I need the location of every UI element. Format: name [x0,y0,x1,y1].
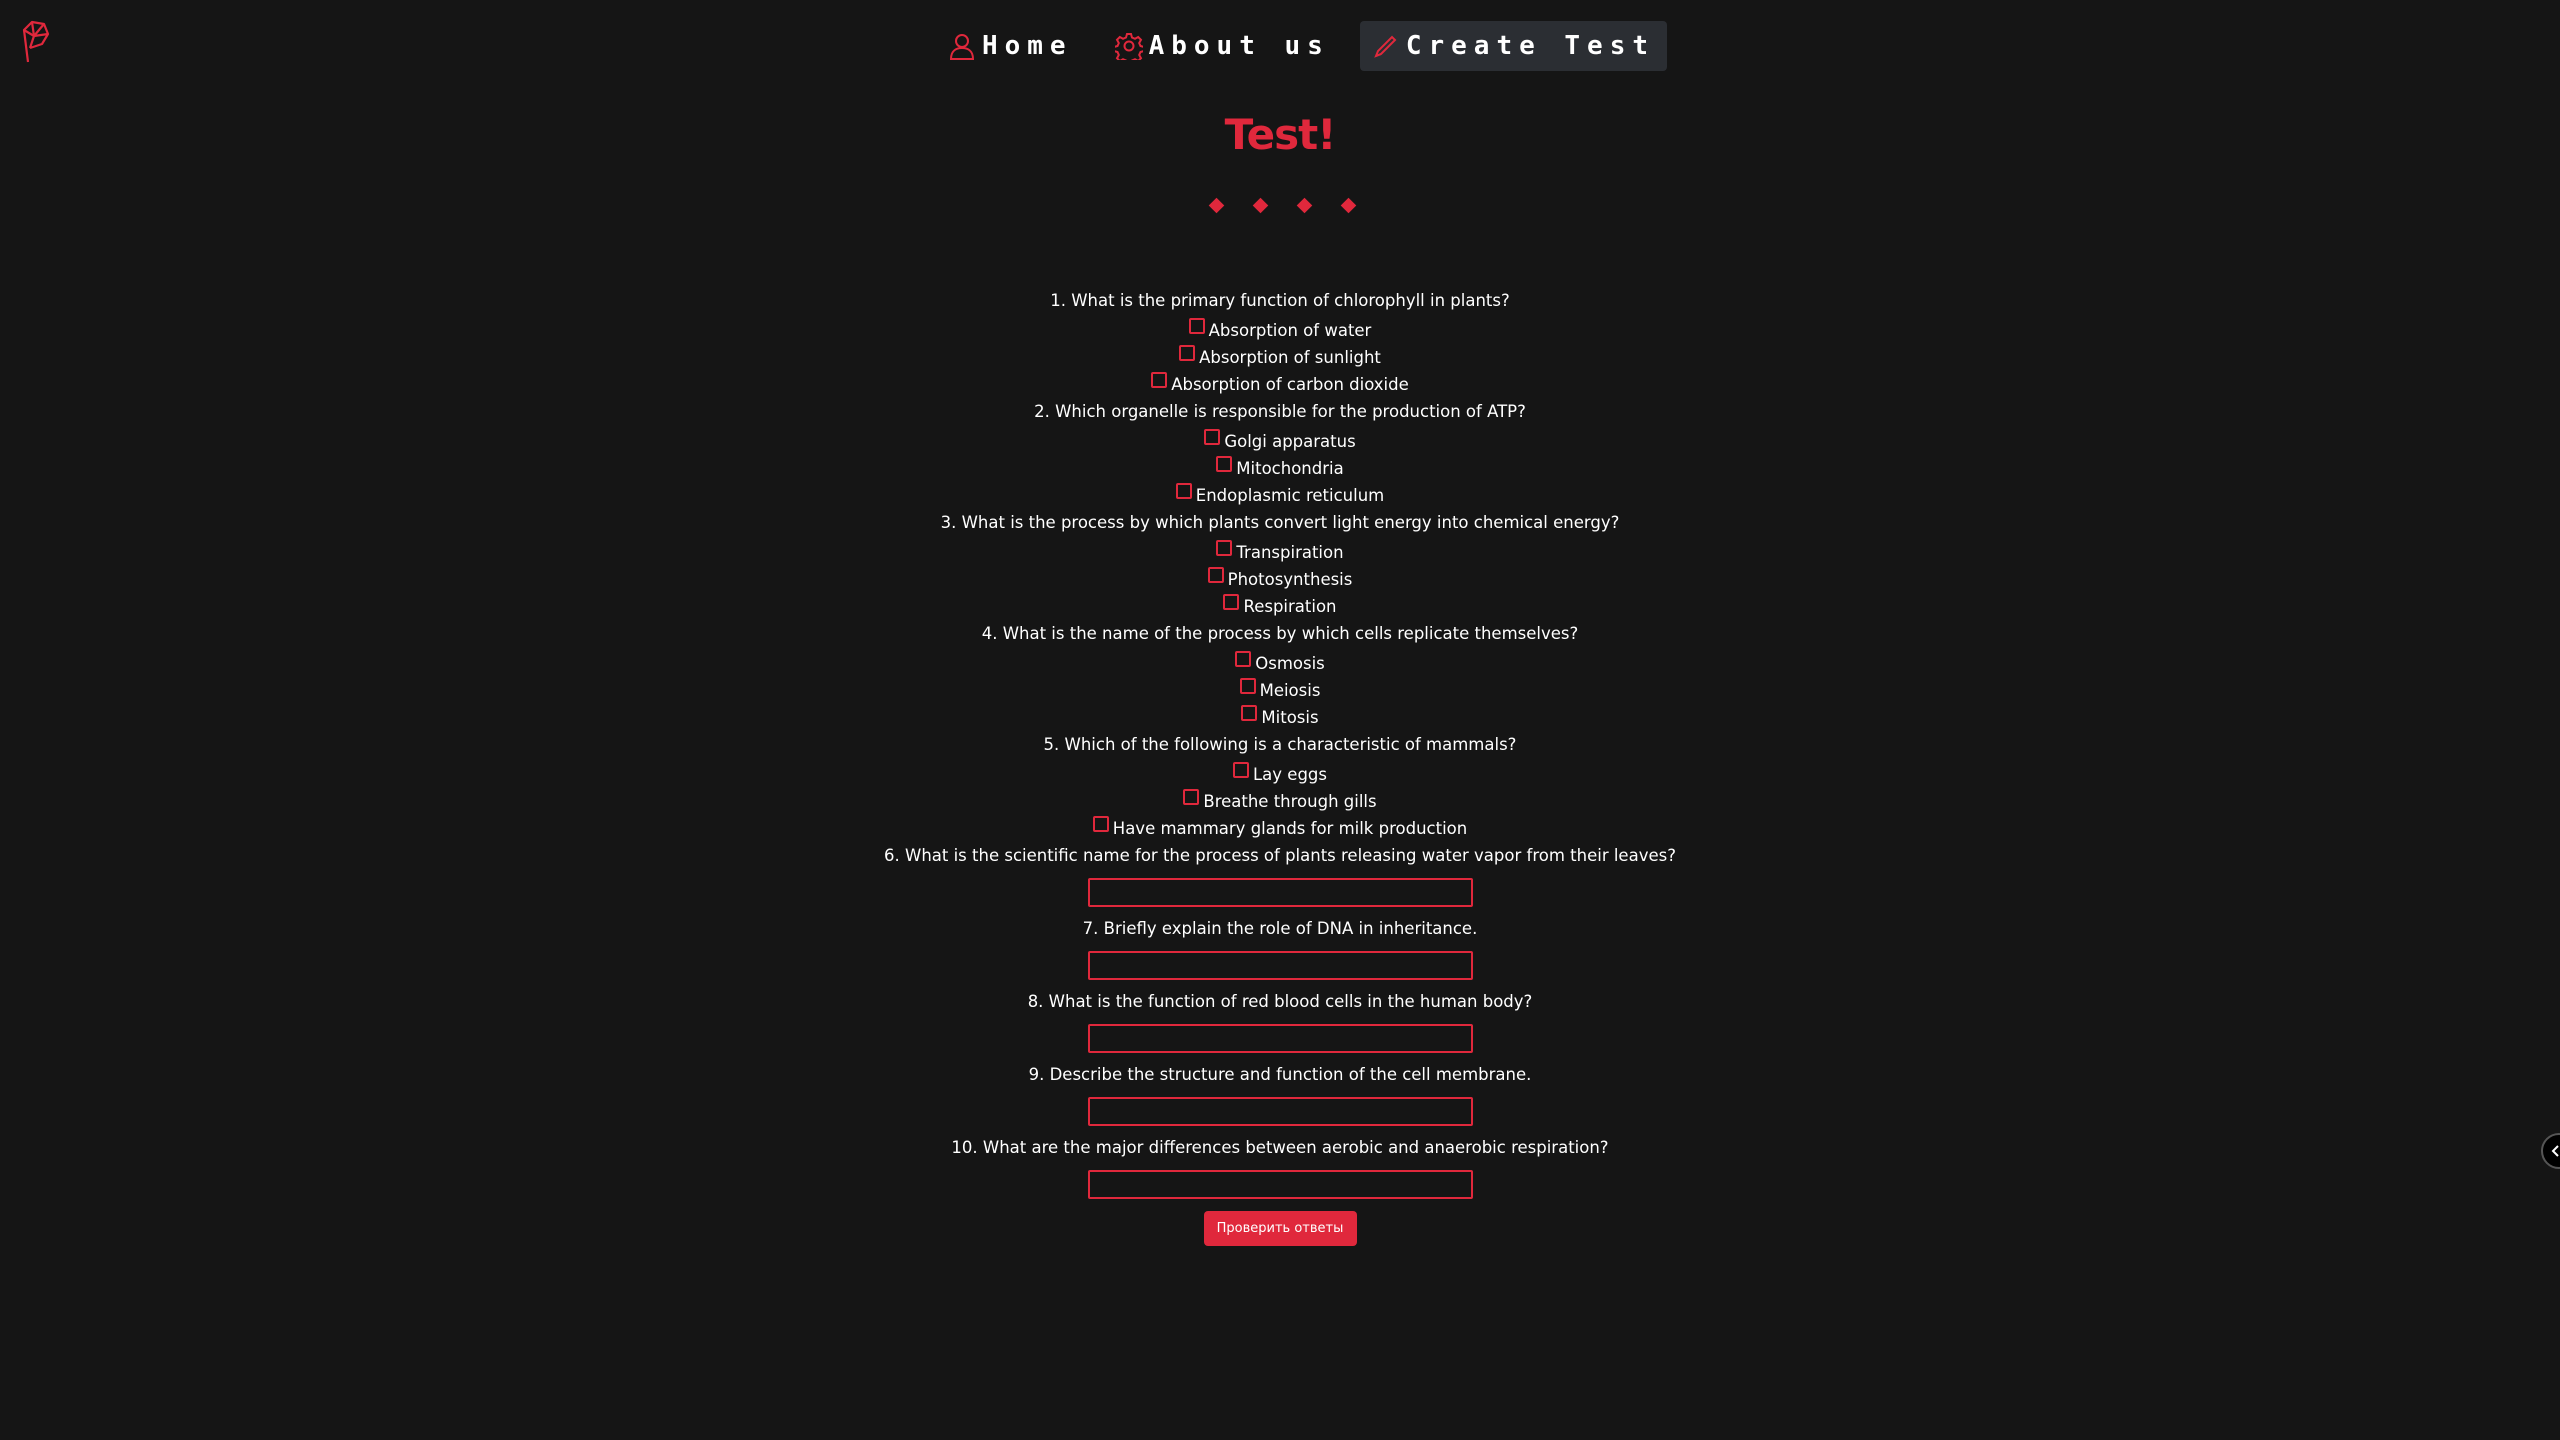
option-label: Endoplasmic reticulum [1195,486,1385,505]
answer-option[interactable]: Absorption of water [1188,317,1372,344]
option-label: Osmosis [1255,654,1325,673]
option-label: Golgi apparatus [1224,432,1356,451]
answer-option[interactable]: Mitosis [1241,704,1319,731]
title-divider [0,197,2560,214]
top-nav: Home About us Create Test [0,21,2560,71]
option-label: Mitosis [1261,708,1319,727]
question-text: 10. What are the major differences betwe… [951,1138,1609,1157]
answer-option[interactable]: Photosynthesis [1207,566,1353,593]
checkbox[interactable] [1232,761,1249,778]
answer-option[interactable]: Absorption of carbon dioxide [1151,371,1409,398]
checkbox[interactable] [1151,371,1168,388]
nav-home-label: Home [981,31,1073,61]
question-text: 1. What is the primary function of chlor… [1050,291,1510,310]
option-label: Mitochondria [1236,459,1344,478]
checkbox[interactable] [1216,455,1233,472]
answer-input[interactable] [1087,1170,1473,1199]
answer-option[interactable]: Absorption of sunlight [1179,344,1381,371]
question-text: 6. What is the scientific name for the p… [884,846,1676,865]
answer-option[interactable]: Golgi apparatus [1204,428,1356,455]
question-text: 4. What is the name of the process by wh… [981,624,1579,643]
option-label: Lay eggs [1252,765,1327,784]
question-text: 3. What is the process by which plants c… [940,513,1620,532]
page-title: Test! [1224,110,1337,159]
pen-icon [1374,35,1397,58]
question-text: 8. What is the function of red blood cel… [1027,992,1533,1011]
checkbox[interactable] [1235,650,1252,667]
answer-option[interactable]: Lay eggs [1232,761,1327,788]
option-label: Absorption of water [1208,321,1372,340]
answer-input[interactable] [1087,1024,1473,1053]
checkbox[interactable] [1183,788,1200,805]
checkbox[interactable] [1188,317,1205,334]
chevron-left-icon [2551,1145,2559,1157]
gear-icon [1114,33,1143,60]
diamond-decoration [1340,197,1356,214]
checkbox[interactable] [1175,482,1192,499]
nav-about[interactable]: About us [1103,21,1342,71]
nav-home[interactable]: Home [936,21,1085,71]
checkbox[interactable] [1241,704,1258,721]
answer-option[interactable]: Osmosis [1235,650,1325,677]
quiz-form: 1. What is the primary function of chlor… [0,287,2560,1246]
page: Home About us Create Test Test! 1. What … [0,0,2560,1440]
answer-option[interactable]: Breathe through gills [1183,788,1377,815]
checkbox[interactable] [1092,815,1109,832]
option-label: Breathe through gills [1203,792,1377,811]
checkbox[interactable] [1216,539,1233,556]
answer-option[interactable]: Meiosis [1239,677,1321,704]
option-label: Absorption of sunlight [1199,348,1381,367]
answer-input[interactable] [1087,878,1473,907]
question-text: 9. Describe the structure and function o… [1028,1065,1532,1084]
option-label: Photosynthesis [1227,570,1353,589]
question-text: 7. Briefly explain the role of DNA in in… [1082,919,1478,938]
diamond-decoration [1208,197,1224,214]
checkbox[interactable] [1179,344,1196,361]
option-label: Absorption of carbon dioxide [1171,375,1409,394]
nav-create-test[interactable]: Create Test [1359,21,1668,71]
option-label: Meiosis [1259,681,1321,700]
option-label: Respiration [1243,597,1337,616]
answer-option[interactable]: Respiration [1223,593,1337,620]
diamond-decoration [1252,197,1268,214]
option-label: Have mammary glands for milk production [1112,819,1468,838]
answer-input[interactable] [1087,1097,1473,1126]
nav-about-label: About us [1148,31,1330,61]
question-text: 5. Which of the following is a character… [1043,735,1517,754]
checkbox[interactable] [1204,428,1221,445]
nav-create-test-label: Create Test [1405,31,1656,61]
checkbox[interactable] [1223,593,1240,610]
question-text: 2. Which organelle is responsible for th… [1034,402,1526,421]
answer-option[interactable]: Transpiration [1216,539,1344,566]
checkbox[interactable] [1239,677,1256,694]
user-icon [949,34,974,60]
answer-option[interactable]: Have mammary glands for milk production [1092,815,1468,842]
option-label: Transpiration [1236,543,1344,562]
check-answers-button[interactable]: Проверить ответы [1203,1211,1357,1246]
diamond-decoration [1296,197,1312,214]
answer-option[interactable]: Endoplasmic reticulum [1175,482,1385,509]
answer-input[interactable] [1087,951,1473,980]
answer-option[interactable]: Mitochondria [1216,455,1344,482]
checkbox[interactable] [1207,566,1224,583]
